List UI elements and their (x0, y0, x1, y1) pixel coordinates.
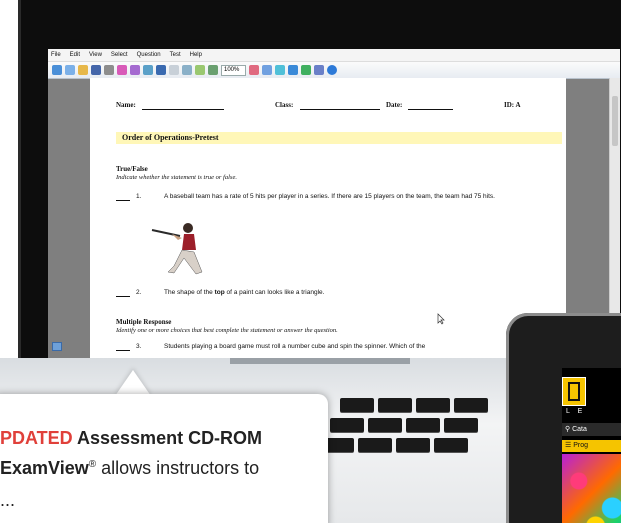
scrollbar-thumb[interactable] (612, 96, 618, 146)
id-label: ID: A (504, 101, 521, 109)
national-geographic-logo (562, 377, 586, 406)
phone-screen: L E ⚲ Cata ☰ Prog (562, 368, 621, 523)
scramble-icon[interactable] (130, 65, 140, 75)
zoom-select[interactable]: 100% (221, 64, 247, 76)
callout-updated: PDATED (0, 428, 73, 448)
question-text-pre: The shape of the (164, 289, 215, 296)
date-label: Date: (386, 101, 403, 109)
product-scene: File Edit View Select Question Test Help… (0, 0, 621, 523)
keyboard-key (358, 438, 392, 452)
help-icon[interactable] (327, 65, 338, 75)
open-folder-icon[interactable] (78, 65, 88, 75)
menu-bar: File Edit View Select Question Test Help (48, 49, 620, 62)
callout-heading: PDATED Assessment CD-ROM (0, 428, 262, 449)
laptop-hinge (230, 358, 410, 364)
question-1[interactable]: 1. A baseball team has a rate of 5 hits … (116, 192, 556, 212)
menu-select[interactable]: Select (111, 52, 128, 58)
phone-brand-letters: L E (566, 408, 586, 415)
answer-blank (116, 296, 130, 297)
toolbar: 100% (48, 62, 620, 79)
keyboard-key (330, 418, 364, 432)
phone-programs-label: Prog (573, 442, 589, 449)
keyboard-key (416, 398, 450, 412)
keyboard-key (444, 418, 478, 432)
blank-doc-icon[interactable] (65, 65, 75, 75)
class-label: Class: (275, 101, 294, 109)
name-label: Name: (116, 101, 136, 109)
callout-registered-mark: ® (88, 459, 97, 470)
menu-edit[interactable]: Edit (70, 52, 80, 58)
page-icon[interactable] (169, 65, 179, 75)
phone-search-bar[interactable]: ⚲ Cata (562, 423, 621, 436)
keyboard-key (396, 438, 430, 452)
callout-line-2: ExamView® allows instructors to (0, 458, 259, 479)
chart-icon[interactable] (275, 65, 286, 75)
mouse-cursor-icon (437, 313, 445, 325)
section-multiple-response: Multiple Response (116, 318, 172, 326)
question-3[interactable]: 3. Students playing a board game must ro… (116, 342, 556, 352)
keyboard-key (378, 398, 412, 412)
smartphone: L E ⚲ Cata ☰ Prog (506, 313, 621, 523)
menu-view[interactable]: View (89, 52, 102, 58)
phone-search-label: Cata (572, 426, 587, 433)
menu-help[interactable]: Help (190, 52, 202, 58)
question-text-bold: top (214, 289, 225, 296)
phone-programs-button[interactable]: ☰ Prog (562, 440, 621, 452)
keyboard-key (454, 398, 488, 412)
callout-line-2-rest: allows instructors to (96, 458, 260, 478)
keyboard-key (434, 438, 468, 452)
section-multiple-response-instructions: Identify one or more choices that best c… (116, 327, 338, 334)
callout-pointer (115, 370, 151, 396)
publish-icon[interactable] (314, 65, 325, 75)
class-line (300, 109, 380, 110)
save-icon[interactable] (91, 65, 101, 75)
test-title: Order of Operations-Pretest (116, 132, 562, 144)
callout-product-name: ExamView (0, 458, 89, 478)
filter-icon[interactable] (143, 65, 153, 75)
keyboard-key (368, 418, 402, 432)
section-true-false: True/False (116, 165, 148, 173)
mail-icon[interactable] (288, 65, 299, 75)
keyboard-key (340, 398, 374, 412)
name-line (142, 109, 224, 110)
find-icon[interactable] (117, 65, 127, 75)
keyboard-key (406, 418, 440, 432)
baseball-player-image (151, 223, 203, 275)
grid-icon[interactable] (195, 65, 205, 75)
callout-heading-rest: Assessment CD-ROM (72, 428, 263, 448)
phone-artwork-image (562, 454, 621, 523)
answer-blank (116, 350, 130, 351)
callout-line-3: ... (0, 490, 16, 510)
menu-icon: ☰ (565, 442, 574, 449)
date-line (408, 109, 453, 110)
question-number: 2. (136, 289, 142, 296)
layout-icon[interactable] (156, 65, 166, 75)
section-true-false-instructions: Indicate whether the statement is true o… (116, 174, 237, 181)
new-icon[interactable] (52, 65, 62, 75)
menu-question[interactable]: Question (137, 52, 161, 58)
question-text: Students playing a board game must roll … (164, 343, 426, 350)
question-text: A baseball team has a rate of 5 hits per… (164, 193, 495, 200)
answer-blank (116, 200, 130, 201)
check-icon[interactable] (301, 65, 312, 75)
menu-test[interactable]: Test (170, 52, 181, 58)
question-marker-icon (52, 342, 62, 351)
menu-file[interactable]: File (51, 52, 61, 58)
question-number: 1. (136, 193, 142, 200)
question-text-post: of a paint can looks like a triangle. (224, 289, 325, 296)
columns-icon[interactable] (182, 65, 192, 75)
page-view-icon[interactable] (208, 65, 218, 75)
print-icon[interactable] (104, 65, 114, 75)
question-number: 3. (136, 343, 142, 350)
test-page: Name: Class: Date: ID: A Order of Operat… (52, 78, 566, 361)
edit-icon[interactable] (249, 65, 260, 75)
list-icon[interactable] (262, 65, 273, 75)
question-2[interactable]: 2. The shape of the top of a paint can l… (116, 288, 556, 298)
